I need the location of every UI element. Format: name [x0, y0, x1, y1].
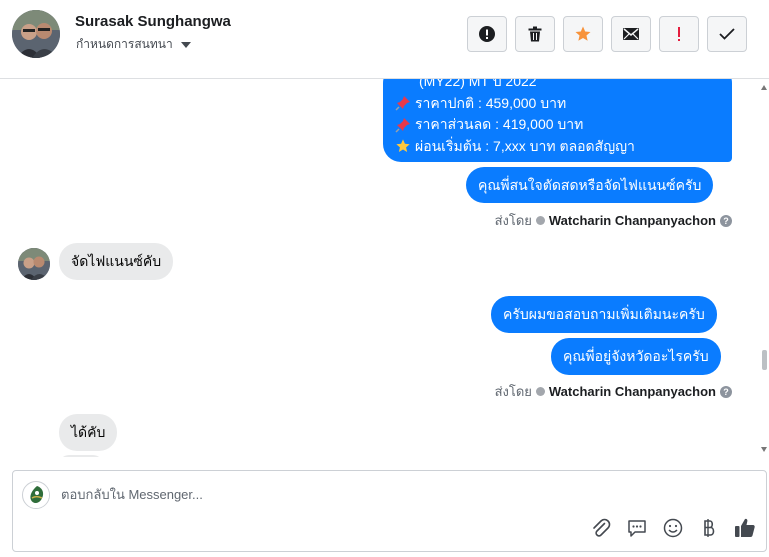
mark-done-button[interactable]: [707, 16, 747, 52]
emoji-button[interactable]: [662, 517, 684, 539]
composer-toolbar: [590, 517, 756, 539]
emoji-icon: [663, 518, 683, 538]
outgoing-message[interactable]: คุณพี่สนใจตัดสดหรือจัดไฟแนนซ์ครับ: [466, 167, 714, 203]
conversation-header: Surasak Sunghangwa กำหนดการสนทนา: [0, 0, 769, 79]
contact-name[interactable]: Surasak Sunghangwa: [75, 13, 231, 30]
message-text: คุณพี่อยู่จังหวัดอะไรครับ: [563, 348, 709, 364]
reply-input[interactable]: [61, 483, 561, 505]
baht-icon: [704, 519, 715, 537]
regular-price-line: ราคาปกติ : 459,000 บาท: [395, 93, 720, 115]
product-model-text: (MY22) MT ปี 2022: [419, 79, 537, 89]
message-text: จัดไฟแนนซ์คับ: [71, 253, 162, 269]
scroll-down-arrow-icon[interactable]: [761, 447, 767, 452]
report-button[interactable]: [467, 16, 507, 52]
scroll-thumb[interactable]: [762, 350, 767, 370]
exclamation-icon: [678, 27, 680, 41]
sender-name[interactable]: Watcharin Chanpanyachon: [549, 384, 716, 399]
contact-avatar-small[interactable]: [18, 248, 50, 280]
regular-price-text: ราคาปกติ : 459,000 บาท: [415, 94, 567, 111]
envelope-icon: [623, 28, 639, 40]
installment-text: ผ่อนเริ่มต้น : 7,xxx บาท ตลอดสัญญา: [415, 137, 635, 154]
sent-check-icon: [535, 216, 545, 225]
saved-reply-button[interactable]: [626, 517, 648, 539]
thumbs-up-icon: [735, 518, 755, 537]
header-actions: [467, 16, 747, 52]
saved-reply-icon: [628, 520, 646, 537]
attachment-button[interactable]: [590, 517, 612, 539]
chevron-down-icon: [180, 41, 191, 48]
message-scrollbar[interactable]: [760, 79, 769, 457]
sender-name[interactable]: Watcharin Chanpanyachon: [549, 213, 716, 228]
outgoing-message[interactable]: ครับผมขอสอบถามเพิ่มเติมนะครับ: [491, 296, 717, 333]
sent-by-info: ส่งโดย Watcharin Chanpanyachon ?: [495, 210, 732, 231]
star-button[interactable]: [563, 16, 603, 52]
scroll-up-arrow-icon[interactable]: [761, 85, 767, 90]
outgoing-message[interactable]: คุณพี่อยู่จังหวัดอะไรครับ: [551, 338, 721, 375]
sent-by-label: ส่งโดย: [494, 213, 532, 228]
pushpin-icon: [395, 117, 410, 133]
product-info-bubble[interactable]: (MY22) MT ปี 2022 ราคาปกติ : 459,000 บาท…: [383, 79, 732, 162]
contact-avatar[interactable]: [12, 10, 60, 58]
sent-by-info: ส่งโดย Watcharin Chanpanyachon ?: [495, 381, 732, 402]
discount-price-text: ราคาส่วนลด : 419,000 บาท: [415, 116, 584, 132]
incoming-message-partial: [59, 455, 103, 457]
star-icon: [575, 26, 591, 41]
mark-unread-button[interactable]: [611, 16, 651, 52]
check-icon: [719, 28, 735, 40]
message-text: คุณพี่สนใจตัดสดหรือจัดไฟแนนซ์ครับ: [478, 177, 702, 193]
product-model-line: (MY22) MT ปี 2022: [395, 79, 720, 93]
delete-button[interactable]: [515, 16, 555, 52]
star-icon: [396, 139, 410, 153]
message-thread: (MY22) MT ปี 2022 ราคาปกติ : 459,000 บาท…: [0, 79, 769, 457]
pushpin-icon: [395, 96, 410, 111]
message-text: ได้คับ: [71, 424, 106, 440]
message-text: ครับผมขอสอบถามเพิ่มเติมนะครับ: [503, 306, 705, 322]
like-button[interactable]: [734, 517, 756, 539]
conversation-settings-label: กำหนดการสนทนา: [76, 37, 173, 51]
help-icon[interactable]: ?: [720, 385, 732, 398]
trash-icon: [528, 26, 542, 42]
attachment-icon: [593, 518, 611, 537]
exclamation-circle-icon: [479, 26, 495, 42]
mark-spam-button[interactable]: [659, 16, 699, 52]
installment-line: ผ่อนเริ่มต้น : 7,xxx บาท ตลอดสัญญา: [395, 136, 720, 158]
payment-button[interactable]: [698, 517, 720, 539]
page-avatar: [22, 481, 50, 509]
help-icon[interactable]: ?: [720, 214, 732, 227]
sent-check-icon: [535, 387, 545, 396]
incoming-message[interactable]: ได้คับ: [59, 414, 118, 451]
sent-by-label: ส่งโดย: [494, 384, 532, 399]
conversation-settings-dropdown[interactable]: กำหนดการสนทนา: [76, 35, 191, 54]
reply-composer: [12, 470, 767, 552]
incoming-message[interactable]: จัดไฟแนนซ์คับ: [59, 243, 174, 280]
discount-price-line: ราคาส่วนลด : 419,000 บาท: [395, 114, 720, 136]
